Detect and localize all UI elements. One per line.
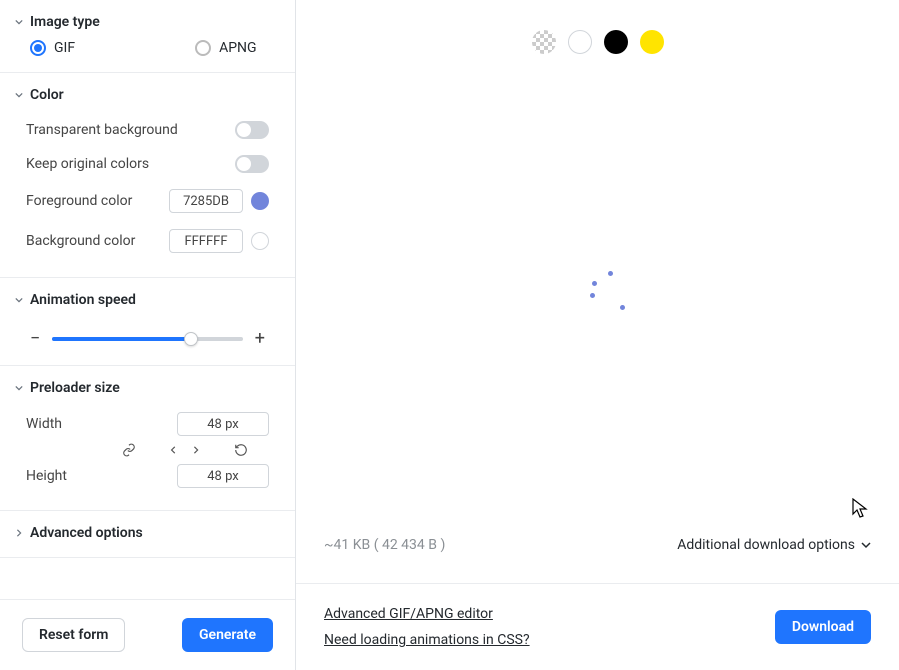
transparent-bg-label: Transparent background: [26, 122, 178, 138]
background-color-input[interactable]: [169, 229, 243, 253]
radio-gif[interactable]: GIF: [30, 40, 75, 56]
filesize-text: ~41 KB ( 42 434 B ): [324, 537, 445, 553]
chevron-left-icon[interactable]: [170, 445, 178, 455]
transparent-bg-toggle[interactable]: [235, 121, 269, 139]
radio-icon: [30, 40, 46, 56]
section-advanced-options[interactable]: Advanced options: [0, 525, 295, 541]
bg-swatch-transparent[interactable]: [532, 30, 556, 54]
generate-button[interactable]: Generate: [182, 618, 273, 652]
section-title: Animation speed: [30, 292, 136, 308]
section-color[interactable]: Color: [0, 87, 295, 113]
bg-swatch-white[interactable]: [568, 30, 592, 54]
cursor-icon: [852, 498, 868, 522]
section-title: Image type: [30, 14, 100, 30]
foreground-swatch[interactable]: [251, 192, 269, 210]
download-button[interactable]: Download: [775, 610, 871, 644]
keep-colors-label: Keep original colors: [26, 156, 149, 172]
radio-label: APNG: [219, 40, 257, 56]
width-input[interactable]: [177, 412, 269, 436]
css-animations-link[interactable]: Need loading animations in CSS?: [324, 632, 530, 648]
keep-colors-toggle[interactable]: [235, 155, 269, 173]
reset-size-icon[interactable]: [234, 443, 248, 457]
section-title: Advanced options: [30, 525, 143, 541]
chevron-down-icon: [14, 90, 24, 100]
section-title: Preloader size: [30, 380, 120, 396]
additional-download-options[interactable]: Additional download options: [677, 537, 871, 553]
radio-apng[interactable]: APNG: [195, 40, 257, 56]
foreground-color-input[interactable]: [169, 189, 243, 213]
radio-icon: [195, 40, 211, 56]
chevron-down-icon: [861, 540, 871, 550]
width-label: Width: [26, 416, 62, 432]
chevron-down-icon: [14, 17, 24, 27]
bg-swatch-black[interactable]: [604, 30, 628, 54]
chevron-down-icon: [14, 295, 24, 305]
chevron-right-icon[interactable]: [192, 445, 200, 455]
section-image-type[interactable]: Image type: [0, 14, 295, 40]
link-icon[interactable]: [122, 443, 136, 457]
bg-swatch-yellow[interactable]: [640, 30, 664, 54]
preview-canvas: [296, 54, 899, 527]
height-input[interactable]: [177, 464, 269, 488]
section-preloader-size[interactable]: Preloader size: [0, 380, 295, 406]
speed-increase-button[interactable]: +: [255, 328, 265, 349]
speed-decrease-button[interactable]: −: [30, 328, 40, 349]
radio-label: GIF: [54, 40, 75, 56]
section-title: Color: [30, 87, 64, 103]
background-swatch[interactable]: [251, 232, 269, 250]
foreground-color-label: Foreground color: [26, 193, 132, 209]
reset-form-button[interactable]: Reset form: [22, 618, 125, 652]
speed-slider[interactable]: [52, 337, 242, 341]
section-animation-speed[interactable]: Animation speed: [0, 292, 295, 318]
advanced-editor-link[interactable]: Advanced GIF/APNG editor: [324, 606, 530, 622]
chevron-right-icon: [14, 528, 24, 538]
background-color-label: Background color: [26, 233, 135, 249]
preview-background-swatches: [296, 0, 899, 54]
chevron-down-icon: [14, 383, 24, 393]
height-label: Height: [26, 468, 67, 484]
